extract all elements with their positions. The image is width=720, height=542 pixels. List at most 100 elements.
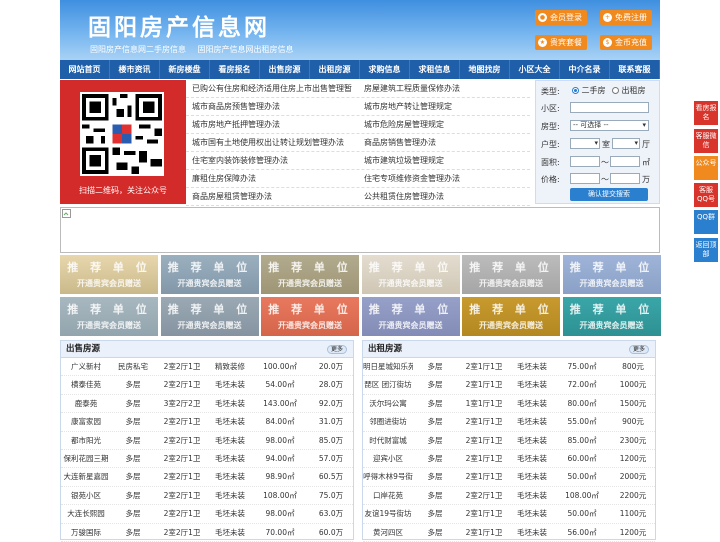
recommended-ad-slot[interactable]: 推 荐 单 位开通贵宾会员赠送: [160, 297, 259, 336]
nav-item[interactable]: 小区大全: [510, 60, 560, 79]
search-submit-button[interactable]: 确认提交搜索: [570, 188, 648, 201]
recommended-ad-slot[interactable]: 推 荐 单 位开通贵宾会员赠送: [562, 297, 661, 336]
table-row[interactable]: 康富家园 多层 2室2厅1卫 毛坯未装 84.00㎡ 31.0万: [61, 413, 353, 432]
nav-item[interactable]: 新房楼盘: [160, 60, 210, 79]
area-max-input[interactable]: [610, 156, 640, 167]
table-row[interactable]: 沃尔玛公寓 多层 1室1厅1卫 毛坯未装 80.00㎡ 1500元: [363, 395, 655, 414]
recommended-ad-slot[interactable]: 推 荐 单 位开通贵宾会员赠送: [261, 255, 359, 294]
table-row[interactable]: 万骏国际 多层 2室2厅1卫 毛坯未装 70.00㎡ 60.0万: [61, 524, 353, 542]
price-min-input[interactable]: [570, 173, 600, 184]
hall-select[interactable]: ▾: [612, 138, 640, 149]
nav-item[interactable]: 中介名录: [560, 60, 610, 79]
table-cell: 60.5万: [318, 472, 344, 482]
radio-rent[interactable]: 出租房: [612, 85, 646, 96]
table-row[interactable]: 银苑小区 多层 2室2厅1卫 毛坯未装 108.00㎡ 75.0万: [61, 487, 353, 506]
table-row[interactable]: 琵区 团汀街坊 多层 2室1厅1卫 毛坯未装 72.00㎡ 1000元: [363, 376, 655, 395]
nav-item[interactable]: 地图找房: [460, 60, 510, 79]
radio-secondhand[interactable]: 二手房: [572, 85, 606, 96]
sidebar-button[interactable]: 返回顶部: [694, 238, 718, 262]
table-row[interactable]: 黄河四区 多层 2室1厅1卫 毛坯未装 56.00㎡ 1200元: [363, 524, 655, 542]
policy-link[interactable]: 城市危险房屋管理规定: [358, 116, 530, 133]
nav-item[interactable]: 求租信息: [410, 60, 460, 79]
sidebar-button[interactable]: QQ群: [694, 210, 718, 234]
nav-item[interactable]: 联系客服: [610, 60, 660, 79]
site-header: 固阳房产信息网 固阳房产信息网二手房信息 固阳房产信息网出租房信息 ● 会员登录 …: [60, 0, 660, 60]
table-row[interactable]: 时代财富城 多层 2室1厅1卫 毛坯未装 85.00㎡ 2300元: [363, 432, 655, 450]
policy-link[interactable]: 已购公有住房和经济适用住房上市出售管理暂: [186, 80, 358, 97]
login-button[interactable]: ● 会员登录: [535, 10, 587, 25]
price-max-input[interactable]: [610, 173, 640, 184]
area-min-input[interactable]: [570, 156, 600, 167]
subtitle-rent[interactable]: 固阳房产信息网出租房信息: [198, 45, 294, 54]
policy-link[interactable]: 商品房销售管理办法: [358, 134, 530, 151]
policy-link[interactable]: 城市国有土地使用权出让转让规划管理办法: [186, 134, 358, 151]
table-row[interactable]: 广义新村 民房私宅 2室2厅1卫 精致装修 100.00㎡ 20.0万: [61, 358, 353, 377]
rent-panel-title: 出租房源 更多: [363, 341, 655, 358]
recommended-ad-slot[interactable]: 推 荐 单 位开通贵宾会员赠送: [361, 255, 460, 294]
policy-link[interactable]: 公共租赁住房管理办法: [358, 188, 530, 205]
nav-item[interactable]: 看房报名: [210, 60, 260, 79]
recommended-ad-slot[interactable]: 推 荐 单 位开通贵宾会员赠送: [462, 297, 560, 336]
table-row[interactable]: 邻圈进街坊 多层 2室1厅1卫 毛坯未装 55.00㎡ 900元: [363, 413, 655, 432]
policy-link[interactable]: 城市房地产抵押管理办法: [186, 116, 358, 133]
ad-title: 推 荐 单 位: [569, 261, 654, 274]
area-label: 面积:: [541, 158, 560, 167]
policy-link[interactable]: 城市建筑垃圾管理规定: [358, 152, 530, 169]
table-cell: 毛坯未装: [215, 453, 245, 463]
ad-subtitle: 开通贵宾会员赠送: [77, 279, 141, 288]
ad-title: 推 荐 单 位: [469, 303, 553, 316]
room-select[interactable]: ▾: [570, 138, 600, 149]
policy-link[interactable]: 住宅室内装饰装修管理办法: [186, 152, 358, 169]
sale-more-button[interactable]: 更多: [326, 345, 347, 354]
recommended-ad-slot[interactable]: 推 荐 单 位开通贵宾会员赠送: [361, 297, 460, 336]
recommended-ad-slot[interactable]: 推 荐 单 位开通贵宾会员赠送: [60, 297, 158, 336]
vip-package-button[interactable]: ★ 贵宾套餐: [535, 35, 587, 50]
sidebar-button[interactable]: 看房报名: [694, 101, 718, 125]
table-row[interactable]: 大连长熙园 多层 2室2厅1卫 毛坯未装 98.00㎡ 63.0万: [61, 505, 353, 524]
table-row[interactable]: 大连新星嘉园 多层 2室2厅1卫 毛坯未装 98.90㎡ 60.5万: [61, 468, 353, 487]
site-title[interactable]: 固阳房产信息网: [88, 8, 270, 42]
register-button[interactable]: + 免费注册: [600, 10, 652, 25]
table-cell: 70.00㎡: [265, 527, 295, 537]
table-cell: 2室1厅1卫: [465, 417, 503, 427]
policy-link[interactable]: 商品房屋租赁管理办法: [186, 188, 358, 205]
nav-item[interactable]: 出售房源: [260, 60, 310, 79]
rent-more-button[interactable]: 更多: [628, 345, 649, 354]
housetype-select[interactable]: -- 可选择 -- ▾: [570, 120, 649, 131]
table-row[interactable]: 明日星城知乐苑 多层 2室1厅1卫 毛坯未装 75.00㎡ 800元: [363, 358, 655, 377]
policy-link[interactable]: 城市商品房预售管理办法: [186, 98, 358, 115]
table-row[interactable]: 口岸花苑 多层 2室2厅1卫 毛坯未装 108.00㎡ 2200元: [363, 487, 655, 506]
table-row[interactable]: 保利花园三期 多层 2室2厅1卫 毛坯未装 94.00㎡ 57.0万: [61, 450, 353, 469]
sidebar-button[interactable]: 客服微信: [694, 129, 718, 153]
nav-item[interactable]: 求购信息: [360, 60, 410, 79]
community-input[interactable]: [570, 102, 649, 113]
nav-item[interactable]: 楼市资讯: [110, 60, 160, 79]
sidebar-button[interactable]: 客服QQ号: [694, 183, 718, 207]
subtitle-sale[interactable]: 固阳房产信息网二手房信息: [90, 45, 186, 54]
policy-link[interactable]: 房屋建筑工程质量保修办法: [358, 80, 530, 97]
link-row: 城市国有土地使用权出让转让规划管理办法 商品房销售管理办法: [186, 134, 530, 152]
table-row[interactable]: 迎宾小区 多层 2室1厅1卫 毛坯未装 60.00㎡ 1200元: [363, 450, 655, 469]
broken-image-icon: [62, 209, 71, 218]
sidebar-button[interactable]: 公众号: [694, 156, 718, 180]
table-cell: 鹿泰苑: [74, 398, 98, 408]
table-row[interactable]: 都市阳光 多层 2室2厅1卫 毛坯未装 98.00㎡ 85.0万: [61, 432, 353, 450]
table-row[interactable]: 横泰佳苑 多层 2室2厅1卫 毛坯未装 54.00㎡ 28.0万: [61, 376, 353, 395]
table-row[interactable]: 鹿泰苑 多层 3室2厅2卫 毛坯未装 143.00㎡ 92.0万: [61, 395, 353, 414]
table-row[interactable]: 呼得木林9号街 多层 2室1厅1卫 毛坯未装 50.00㎡ 2000元: [363, 468, 655, 487]
recommended-ad-slot[interactable]: 推 荐 单 位开通贵宾会员赠送: [462, 255, 560, 294]
recommended-ad-slot[interactable]: 推 荐 单 位开通贵宾会员赠送: [562, 255, 661, 294]
nav-item[interactable]: 出租房源: [310, 60, 360, 79]
policy-link[interactable]: 住宅专项维修资金管理办法: [358, 170, 530, 187]
policy-link[interactable]: 城市房地产转让管理规定: [358, 98, 530, 115]
table-cell: 60.0万: [318, 527, 344, 537]
table-cell: 75.0万: [318, 490, 344, 500]
recommended-ad-slot[interactable]: 推 荐 单 位开通贵宾会员赠送: [261, 297, 359, 336]
nav-item[interactable]: 网站首页: [60, 60, 110, 79]
policy-link[interactable]: 廉租住房保障办法: [186, 170, 358, 187]
recommended-ad-slot[interactable]: 推 荐 单 位开通贵宾会员赠送: [160, 255, 259, 294]
recommended-ad-slot[interactable]: 推 荐 单 位开通贵宾会员赠送: [60, 255, 158, 294]
table-row[interactable]: 友谊19号街坊 多层 2室1厅1卫 毛坯未装 50.00㎡ 1100元: [363, 505, 655, 524]
coin-recharge-button[interactable]: $ 金币充值: [600, 35, 652, 50]
banner-ad[interactable]: [60, 207, 660, 253]
